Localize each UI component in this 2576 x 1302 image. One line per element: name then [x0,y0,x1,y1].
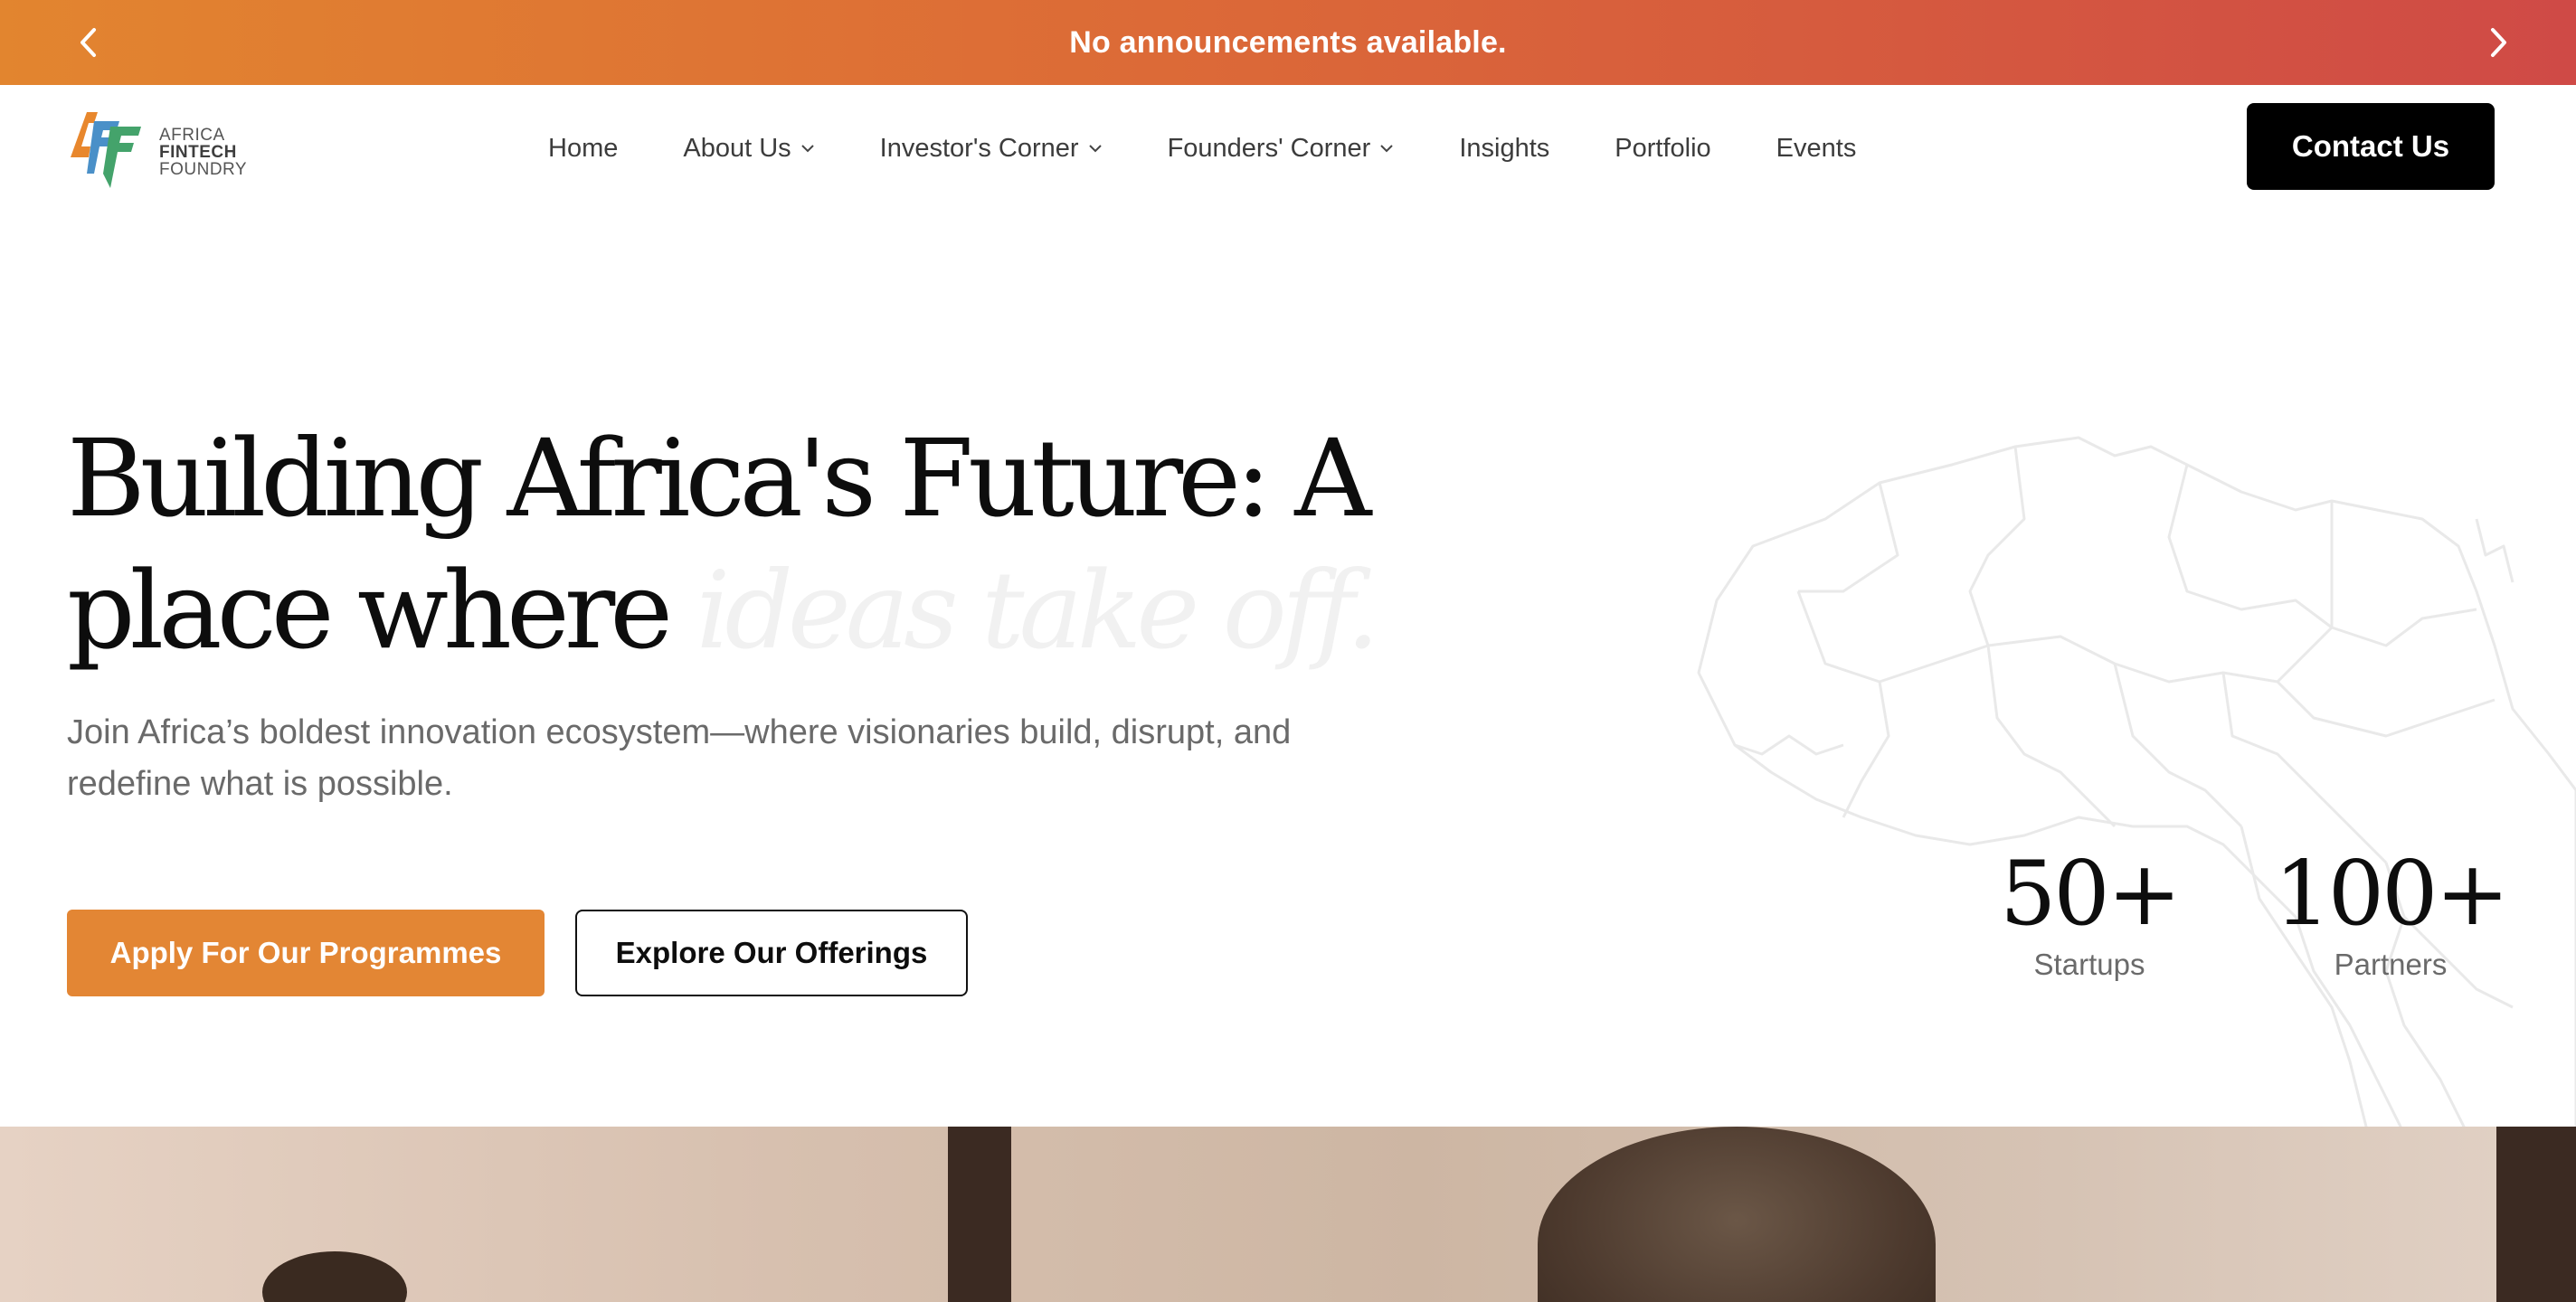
nav-insights-label: Insights [1459,133,1550,163]
hero-headline: Building Africa's Future: A place where … [67,412,1424,676]
stat-partners: 100+ Partners [2270,844,2511,982]
nav-events-label: Events [1776,133,1857,163]
announcement-next-button[interactable] [2471,15,2525,70]
chevron-down-icon [1379,144,1394,153]
logo-mark-icon [71,112,141,188]
nav-insights[interactable]: Insights [1459,134,1549,164]
stat-startups-value: 50+ [2000,843,2182,946]
logo[interactable]: AFRICA FINTECH FOUNDRY [67,101,247,192]
nav-portfolio-label: Portfolio [1615,133,1711,163]
nav-home[interactable]: Home [548,134,618,164]
nav-events[interactable]: Events [1776,134,1857,164]
explore-offerings-button[interactable]: Explore Our Offerings [575,910,968,996]
hero-headline-faded: ideas take off. [696,548,1380,673]
logo-line-1: AFRICA [159,125,225,145]
hero-subtext: Join Africa’s boldest innovation ecosyst… [67,713,1292,803]
announcement-prev-button[interactable] [62,15,116,70]
site-header: AFRICA FINTECH FOUNDRY Home About Us Inv… [0,85,2576,212]
photo-pillar [2496,1127,2576,1302]
africa-map-icon [1697,436,2576,1127]
logo-line-3: FOUNDRY [159,159,248,179]
chevron-right-icon [2491,28,2506,57]
stat-startups-label: Startups [2033,948,2145,981]
nav-about-us-label: About Us [683,133,791,163]
nav-about-us[interactable]: About Us [683,134,814,164]
hero-photo [0,1127,2576,1302]
chevron-down-icon [1088,144,1103,153]
main-nav: Home About Us Investor's Corner Founders… [548,85,1921,212]
photo-pillar [948,1127,1011,1302]
nav-investors-corner[interactable]: Investor's Corner [880,134,1103,164]
logo-line-2: FINTECH [159,142,237,162]
stat-partners-value: 100+ [2274,843,2509,946]
nav-founders-corner[interactable]: Founders' Corner [1168,134,1395,164]
contact-us-button[interactable]: Contact Us [2247,103,2495,190]
photo-person [262,1251,407,1302]
nav-investors-corner-label: Investor's Corner [879,133,1079,163]
nav-founders-corner-label: Founders' Corner [1167,133,1371,163]
stat-startups: 50+ Startups [1990,844,2189,982]
chevron-down-icon [800,144,815,153]
announcement-bar: No announcements available. [0,0,2576,85]
chevron-left-icon [80,28,96,57]
hero-section: Building Africa's Future: A place where … [0,212,2576,1127]
stat-partners-label: Partners [2334,948,2448,981]
announcement-text: No announcements available. [1069,24,1507,60]
photo-person [1538,1127,1936,1302]
nav-portfolio[interactable]: Portfolio [1615,134,1710,164]
nav-home-label: Home [548,133,619,163]
apply-programmes-button[interactable]: Apply For Our Programmes [67,910,545,996]
